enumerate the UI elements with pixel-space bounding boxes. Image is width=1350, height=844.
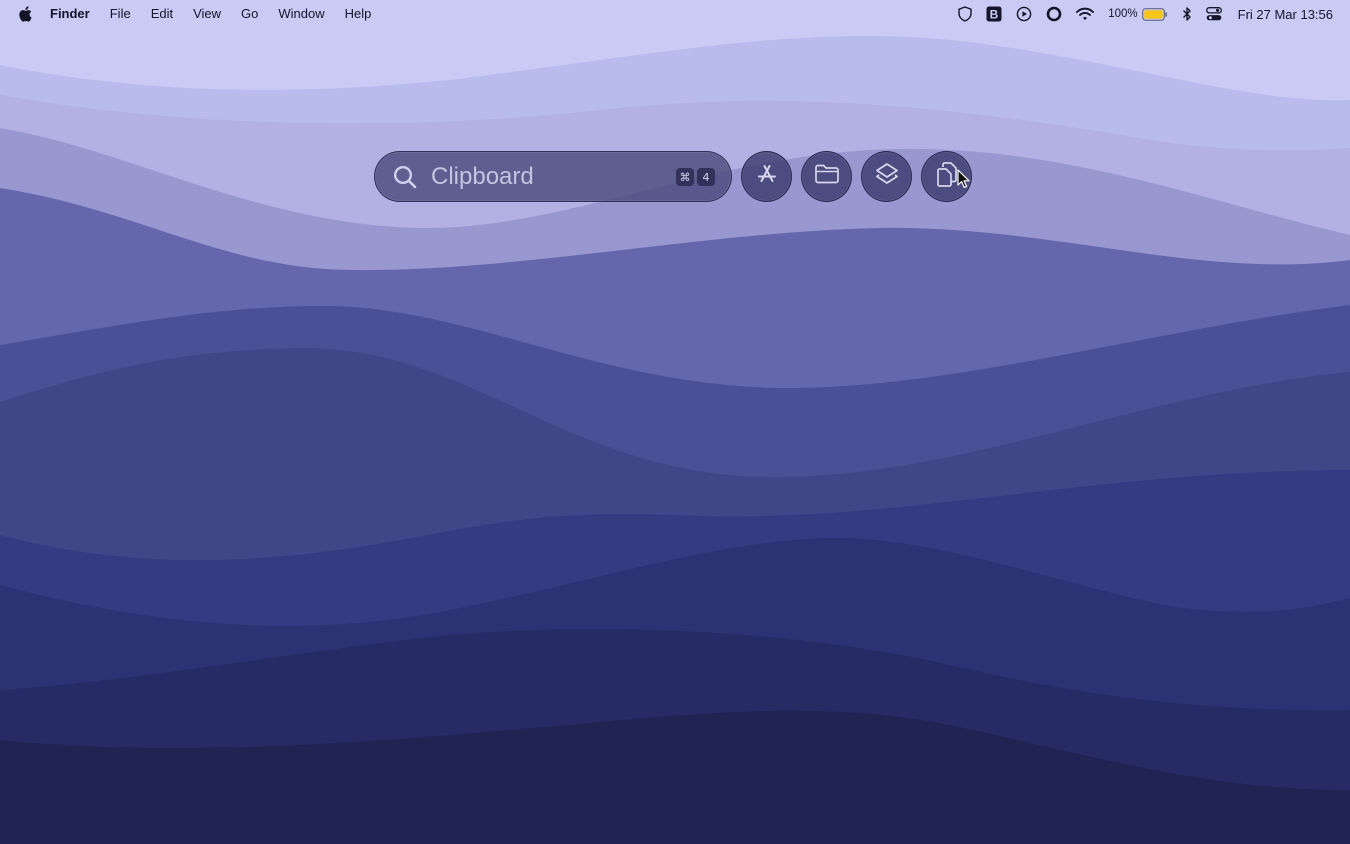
search-icon	[392, 164, 418, 190]
record-circle-icon[interactable]	[1046, 0, 1062, 28]
search-bar[interactable]: ⌘ 4	[374, 151, 732, 202]
menu-window[interactable]: Window	[268, 0, 334, 28]
menubar-right: B 100% Fri 27 Mar 13:56	[944, 0, 1350, 28]
app-store-icon	[755, 162, 779, 191]
menu-bar: Finder File Edit View Go Window Help B 1…	[0, 0, 1350, 28]
menu-view[interactable]: View	[183, 0, 231, 28]
shortcut-hint: ⌘ 4	[673, 168, 715, 186]
menu-edit[interactable]: Edit	[141, 0, 183, 28]
vpn-shield-icon[interactable]	[958, 0, 972, 28]
launcher-bar: ⌘ 4	[374, 151, 972, 202]
menubar-clock[interactable]: Fri 27 Mar 13:56	[1238, 7, 1333, 22]
menu-app-name[interactable]: Finder	[50, 0, 100, 28]
control-center-icon[interactable]	[1205, 0, 1222, 28]
desktop: Finder File Edit View Go Window Help B 1…	[0, 0, 1350, 844]
folder-icon	[814, 163, 840, 190]
wallpaper-waves	[0, 0, 1350, 844]
menu-help[interactable]: Help	[335, 0, 382, 28]
menubar-left: Finder File Edit View Go Window Help	[0, 0, 381, 28]
shortcut-modifier-key: ⌘	[676, 168, 694, 186]
play-circle-icon[interactable]	[1016, 0, 1032, 28]
mouse-cursor-icon	[957, 169, 971, 194]
menu-go[interactable]: Go	[231, 0, 268, 28]
battery-percent: 100%	[1108, 8, 1138, 20]
shortcut-number-key: 4	[697, 168, 715, 186]
bluetooth-icon[interactable]	[1182, 0, 1192, 28]
bold-b-app-icon[interactable]: B	[986, 0, 1002, 28]
clipboard-icon	[934, 160, 960, 193]
applications-button[interactable]	[741, 151, 792, 202]
wifi-icon[interactable]	[1076, 0, 1095, 28]
layers-icon	[874, 161, 900, 192]
svg-text:B: B	[990, 8, 999, 22]
search-input[interactable]	[431, 162, 661, 191]
apple-logo-icon[interactable]	[16, 0, 34, 28]
battery-icon[interactable]	[1141, 0, 1168, 28]
actions-button[interactable]	[861, 151, 912, 202]
files-button[interactable]	[801, 151, 852, 202]
menu-file[interactable]: File	[100, 0, 141, 28]
